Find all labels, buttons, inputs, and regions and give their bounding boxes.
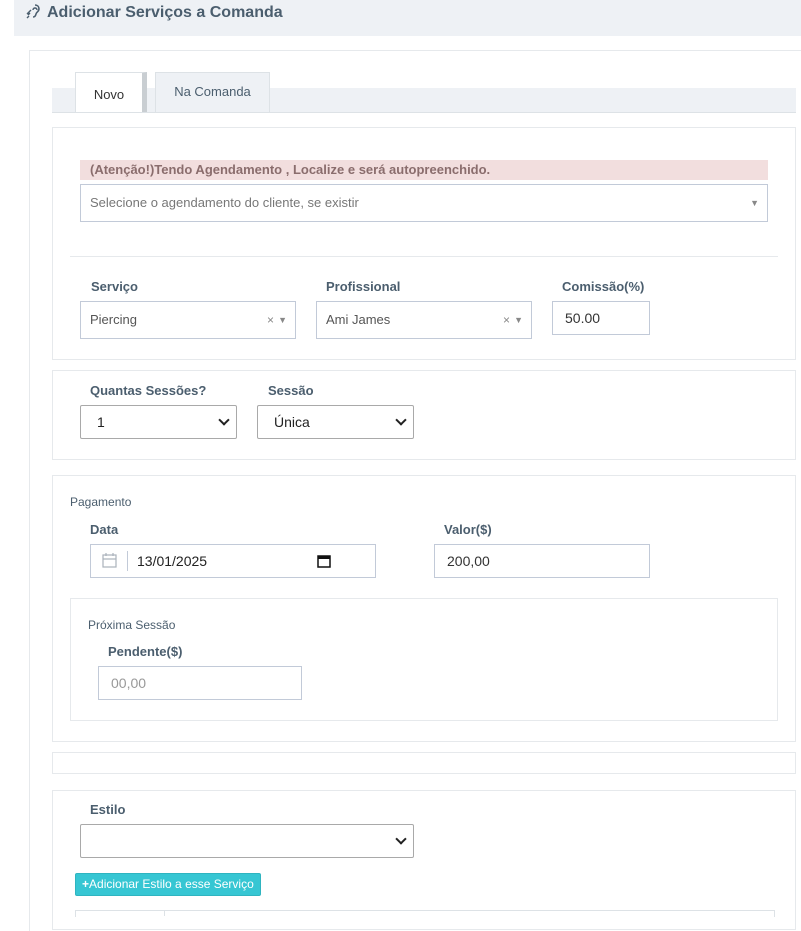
- valor-label: Valor($): [444, 522, 492, 537]
- sessao-select[interactable]: Única: [257, 405, 414, 439]
- profissional-label: Profissional: [326, 279, 401, 294]
- data-label: Data: [90, 522, 119, 537]
- valor-input[interactable]: 200,00: [434, 544, 650, 578]
- style-panel: [52, 790, 796, 930]
- data-field[interactable]: 13/01/2025: [90, 544, 376, 578]
- chevron-down-icon: [395, 414, 407, 426]
- pendente-label: Pendente($): [108, 644, 183, 659]
- caret-down-icon: ▼: [278, 315, 287, 325]
- add-style-button[interactable]: +Adicionar Estilo a esse Serviço: [75, 873, 261, 896]
- quantas-select[interactable]: 1: [80, 405, 237, 439]
- quantas-value: 1: [97, 414, 105, 430]
- chevron-down-icon: [218, 414, 230, 426]
- clear-icon[interactable]: ×: [267, 302, 274, 338]
- caret-down-icon: ▼: [750, 198, 759, 208]
- scheduling-placeholder: Selecione o agendamento do cliente, se e…: [90, 195, 359, 210]
- scheduling-select[interactable]: Selecione o agendamento do cliente, se e…: [80, 184, 768, 222]
- tab-novo[interactable]: Novo: [75, 72, 147, 112]
- servico-value: Piercing: [90, 312, 137, 327]
- estilo-label: Estilo: [90, 802, 126, 817]
- chevron-down-icon: [395, 833, 407, 845]
- style-table-divider: [164, 910, 165, 916]
- proxima-sessao-label: Próxima Sessão: [88, 618, 176, 632]
- tab-na-comanda[interactable]: Na Comanda: [155, 72, 270, 112]
- empty-panel: [52, 752, 796, 774]
- servico-label: Serviço: [91, 279, 138, 294]
- comissao-input[interactable]: 50.00: [552, 301, 650, 335]
- page-title: Adicionar Serviços a Comanda: [47, 4, 283, 21]
- pendente-placeholder: 00,00: [111, 675, 147, 691]
- title-bar: Adicionar Serviços a Comanda: [14, 0, 801, 36]
- servico-select[interactable]: Piercing × ▼: [80, 301, 296, 339]
- clear-icon[interactable]: ×: [503, 302, 510, 338]
- caret-down-icon: ▼: [514, 315, 523, 325]
- quantas-label: Quantas Sessões?: [90, 383, 207, 398]
- profissional-value: Ami James: [326, 312, 391, 327]
- proxima-sessao-panel: [70, 598, 778, 721]
- payment-section-label: Pagamento: [70, 495, 132, 509]
- estilo-select[interactable]: [80, 824, 414, 858]
- scheduling-alert: (Atenção!)Tendo Agendamento , Localize e…: [80, 160, 768, 180]
- calendar-icon: [102, 553, 117, 568]
- plus-icon: +: [82, 877, 90, 891]
- sessao-label: Sessão: [268, 383, 314, 398]
- comissao-label: Comissão(%): [562, 279, 645, 294]
- data-value: 13/01/2025: [137, 553, 208, 569]
- profissional-select[interactable]: Ami James × ▼: [316, 301, 532, 339]
- add-style-label: Adicionar Estilo a esse Serviço: [89, 877, 254, 891]
- assistive-listening-icon: [26, 3, 42, 24]
- date-picker-icon[interactable]: [317, 554, 331, 573]
- pendente-input[interactable]: 00,00: [98, 666, 302, 700]
- divider: [70, 256, 778, 257]
- calendar-addon: [91, 551, 128, 571]
- sessao-value: Única: [274, 414, 310, 430]
